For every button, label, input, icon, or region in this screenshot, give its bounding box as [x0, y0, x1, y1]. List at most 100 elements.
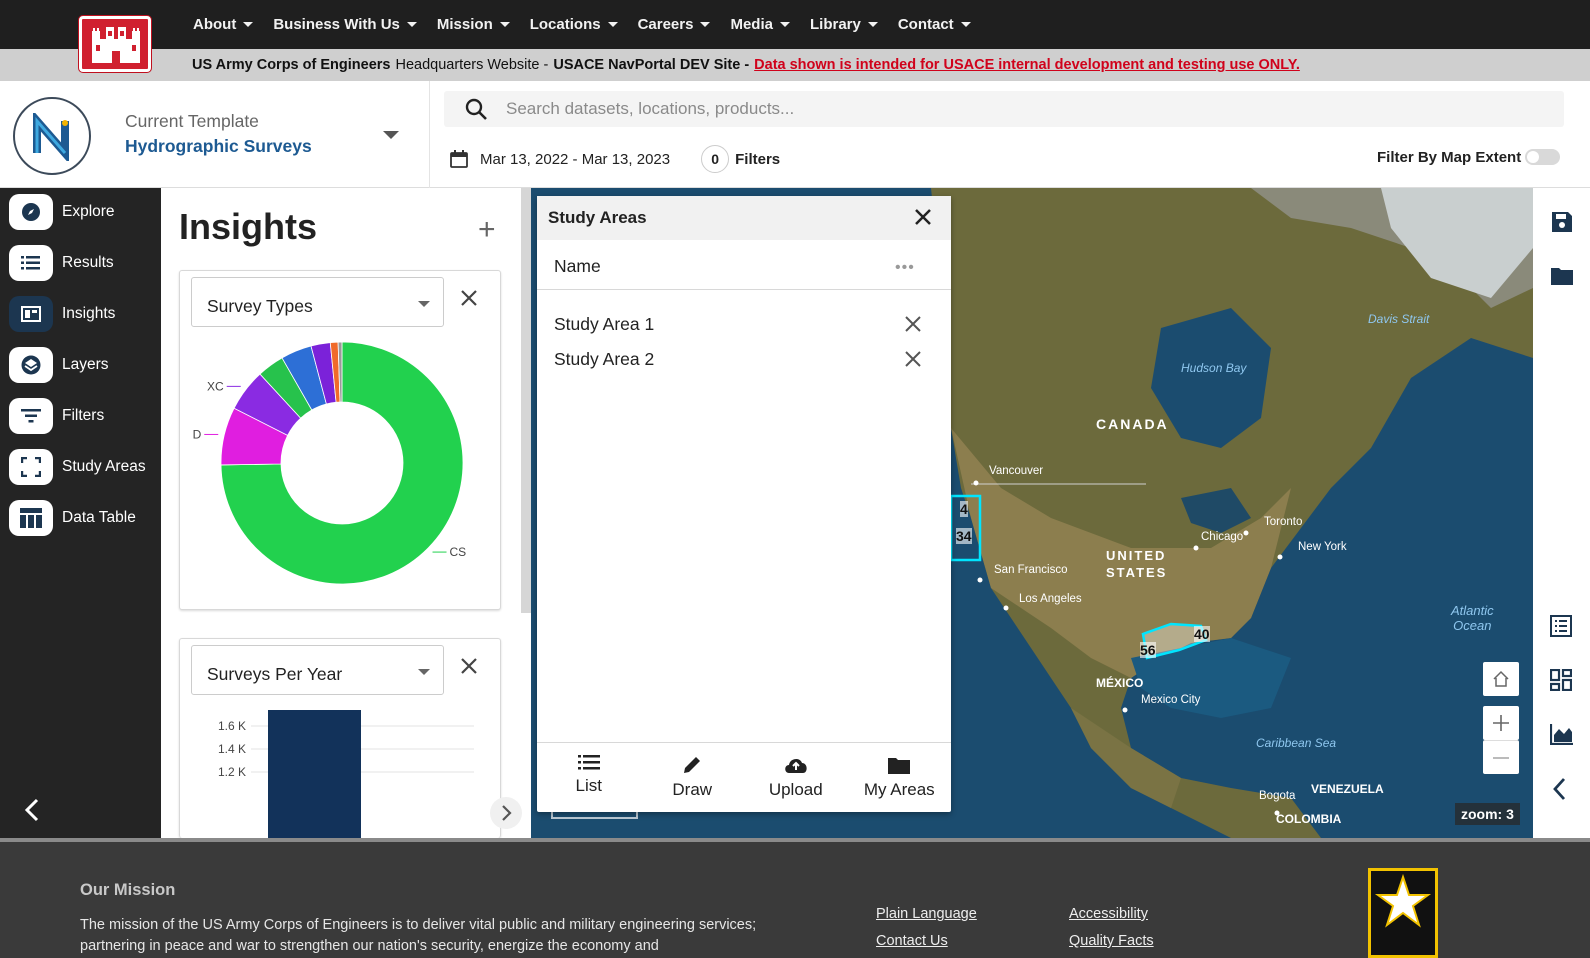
sidebar-item-label: Explore — [62, 203, 115, 220]
nav-media[interactable]: Media — [730, 16, 790, 33]
map-label-bogota: Bogota — [1259, 790, 1296, 802]
chevron-down-icon[interactable] — [383, 131, 399, 139]
panel-scrollbar[interactable] — [521, 188, 531, 613]
sidebar-item-results[interactable]: Results — [9, 245, 114, 281]
bar[interactable] — [268, 710, 361, 839]
button-label: My Areas — [863, 780, 935, 799]
map-label-atlantic: Atlantic Ocean — [1451, 603, 1494, 633]
cluster-count[interactable]: 40 — [1194, 626, 1210, 642]
search-icon[interactable] — [464, 97, 488, 121]
search-input[interactable] — [506, 91, 1546, 127]
nav-label: Business With Us — [273, 16, 400, 33]
fullscreen-icon — [9, 449, 53, 485]
nav-mission[interactable]: Mission — [437, 16, 510, 33]
save-icon[interactable] — [1550, 210, 1574, 234]
close-icon[interactable] — [460, 657, 478, 675]
nav-locations[interactable]: Locations — [530, 16, 618, 33]
list-view-icon[interactable] — [1550, 615, 1572, 637]
caret-down-icon — [607, 22, 618, 27]
study-area-name: Study Area 2 — [554, 349, 655, 369]
draw-button[interactable]: Draw — [641, 743, 745, 812]
map-label-venezuela: VENEZUELA — [1311, 782, 1384, 796]
pencil-icon — [684, 757, 701, 773]
my-areas-button[interactable]: My Areas — [848, 743, 952, 812]
map-label-san-francisco: San Francisco — [994, 564, 1068, 576]
date-range[interactable]: Mar 13, 2022 - Mar 13, 2023 — [480, 151, 670, 168]
top-navigation: About Business With Us Mission Locations… — [0, 0, 1590, 49]
filter-icon — [9, 398, 53, 434]
sidebar-item-data-table[interactable]: Data Table — [9, 500, 136, 536]
close-icon[interactable] — [913, 207, 933, 227]
map-label-vancouver: Vancouver — [989, 465, 1044, 477]
home-button[interactable] — [1483, 662, 1519, 696]
map-label-atlantic-line1: Atlantic — [1451, 603, 1494, 618]
map-label-los-angeles: Los Angeles — [1019, 593, 1082, 605]
nav-label: Contact — [897, 16, 954, 33]
zoom-in-button[interactable] — [1483, 706, 1519, 740]
usace-castle-logo[interactable] — [79, 16, 151, 72]
button-label: List — [575, 776, 602, 795]
sidebar-item-label: Results — [62, 254, 114, 271]
filter-count-badge[interactable]: 0 — [701, 145, 730, 173]
more-options-icon[interactable]: ••• — [895, 259, 915, 277]
add-insight-button[interactable]: + — [478, 213, 496, 247]
calendar-icon[interactable] — [450, 150, 468, 168]
cluster-count[interactable]: 4 — [960, 501, 968, 517]
sidebar-item-study-areas[interactable]: Study Areas — [9, 449, 146, 485]
template-selector[interactable]: Current Template Hydrographic Surveys — [0, 81, 430, 188]
nav-business[interactable]: Business With Us — [273, 16, 417, 33]
cluster-count[interactable]: 34 — [956, 528, 972, 544]
insights-panel: Insights + Survey Types CS D XC Surveys Pe… — [161, 188, 531, 839]
nav-about[interactable]: About — [193, 16, 254, 33]
slice-label: D — [193, 427, 202, 441]
nav-library[interactable]: Library — [810, 16, 878, 33]
sidebar-item-filters[interactable]: Filters — [9, 398, 104, 434]
caret-down-icon — [243, 22, 254, 27]
chevron-right-button[interactable] — [490, 797, 522, 829]
list-item[interactable]: Study Area 1 — [554, 314, 921, 335]
surveys-per-year-bar-chart: 1.6 K 1.4 K 1.2 K — [218, 710, 474, 839]
study-areas-toolbar: List Draw Upload My Areas — [537, 742, 951, 812]
nav-contact[interactable]: Contact — [898, 16, 971, 33]
us-army-logo[interactable] — [1368, 868, 1438, 958]
sidebar-item-layers[interactable]: Layers — [9, 347, 109, 383]
compass-icon — [9, 194, 53, 230]
folder-icon — [888, 758, 911, 774]
folder-icon[interactable] — [1550, 265, 1574, 287]
close-icon[interactable] — [460, 289, 478, 307]
surveys-per-year-select[interactable]: Surveys Per Year — [191, 645, 444, 695]
map-label-chicago: Chicago — [1201, 531, 1244, 543]
chevron-left-icon[interactable] — [1550, 776, 1570, 802]
button-label: Draw — [672, 780, 713, 799]
banner-warning-link[interactable]: Data shown is intended for USACE interna… — [754, 57, 1300, 73]
map-extent-toggle[interactable] — [1525, 149, 1560, 165]
map-label-toronto: Toronto — [1264, 516, 1303, 528]
column-header-name[interactable]: Name — [537, 240, 951, 290]
area-chart-icon[interactable] — [1550, 723, 1574, 745]
close-icon[interactable] — [904, 350, 922, 368]
upload-button[interactable]: Upload — [744, 743, 848, 812]
footer-link-quality-facts[interactable]: Quality Facts — [1069, 933, 1154, 949]
caret-down-icon — [960, 22, 971, 27]
footer-link-accessibility[interactable]: Accessibility — [1069, 906, 1148, 922]
filters-button[interactable]: Filters — [735, 151, 780, 168]
sidebar-item-insights[interactable]: Insights — [9, 296, 115, 332]
nav-menu: About Business With Us Mission Locations… — [193, 0, 971, 49]
nav-careers[interactable]: Careers — [638, 16, 711, 33]
list-item[interactable]: Study Area 2 — [554, 349, 921, 370]
site-footer: Our Mission The mission of the US Army C… — [0, 842, 1590, 958]
sidebar-item-explore[interactable]: Explore — [9, 194, 115, 230]
footer-link-contact-us[interactable]: Contact Us — [876, 933, 948, 949]
zoom-out-button[interactable] — [1483, 740, 1519, 774]
footer-link-plain-language[interactable]: Plain Language — [876, 906, 977, 922]
panel-title: Study Areas — [537, 196, 951, 240]
chevron-left-icon[interactable] — [21, 797, 43, 823]
close-icon[interactable] — [904, 315, 922, 333]
map-label-davis-strait: Davis Strait — [1368, 312, 1430, 326]
template-label: Current Template — [125, 111, 259, 131]
dashboard-grid-icon[interactable] — [1550, 669, 1572, 691]
cluster-count[interactable]: 56 — [1140, 642, 1156, 658]
list-button[interactable]: List — [537, 743, 641, 812]
survey-types-select[interactable]: Survey Types — [191, 277, 444, 327]
y-tick-label: 1.2 K — [218, 765, 246, 779]
